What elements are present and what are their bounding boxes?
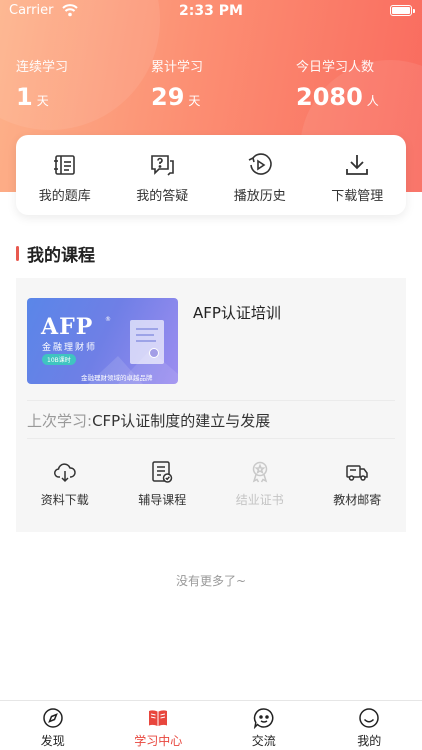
- quick-item-question-bank[interactable]: 我的题库: [16, 135, 114, 215]
- no-more-text: 没有更多了~: [175, 574, 247, 588]
- quick-item-label: 播放历史: [233, 189, 286, 204]
- download-icon: [346, 155, 369, 175]
- tab-discover[interactable]: 发现: [0, 701, 106, 750]
- cover-logo: AFP: [41, 314, 94, 340]
- quick-item-label: 我的题库: [38, 189, 91, 204]
- quick-item-download[interactable]: 下载管理: [309, 135, 407, 215]
- action-label: 资料下载: [40, 493, 89, 507]
- section-title-text: 我的课程: [27, 245, 95, 266]
- action-label: 教材邮寄: [333, 493, 382, 507]
- action-tutoring[interactable]: 辅导课程: [114, 460, 212, 508]
- stat-value: 29: [151, 83, 185, 111]
- tutoring-icon: [152, 461, 173, 483]
- cover-hours-badge: 10B课时: [42, 354, 76, 365]
- compass-icon: [43, 708, 63, 728]
- action-certificate[interactable]: 结业证书: [211, 460, 309, 508]
- action-label: 辅导课程: [138, 493, 187, 507]
- certificate-illustration: [130, 320, 164, 364]
- status-bar: Carrier 2:33 PM: [0, 0, 422, 24]
- tab-label: 我的: [357, 734, 382, 748]
- quick-menu-card: 我的题库 我的答疑 播放历史 下载管理: [16, 135, 406, 215]
- stat-value: 1: [16, 83, 33, 111]
- stat-value: 2080: [296, 83, 363, 111]
- last-study-label: 上次学习:: [27, 412, 93, 430]
- tab-learning-center[interactable]: 学习中心: [106, 701, 212, 750]
- quick-item-label: 我的答疑: [136, 189, 189, 204]
- truck-icon: [346, 465, 368, 481]
- clock: 2:33 PM: [179, 3, 243, 19]
- qa-icon: [151, 155, 175, 176]
- book-icon: [149, 710, 168, 726]
- stat-unit: 人: [366, 94, 379, 108]
- chat-icon: [253, 708, 274, 729]
- stat-today-learners: 今日学习人数 2080 人: [296, 56, 379, 111]
- stat-total-days: 累计学习 29 天: [151, 56, 203, 111]
- play-history-icon: [248, 153, 272, 175]
- certificate-icon: [252, 461, 267, 483]
- action-label: 结业证书: [235, 493, 284, 507]
- seal-illustration: [149, 348, 159, 358]
- tab-label: 学习中心: [134, 734, 183, 748]
- tab-profile[interactable]: 我的: [317, 701, 422, 750]
- section-accent-bar: [16, 245, 19, 261]
- stat-label: 累计学习: [151, 60, 204, 75]
- tab-label: 交流: [251, 734, 276, 748]
- stat-unit: 天: [188, 94, 201, 108]
- stat-label: 连续学习: [16, 60, 69, 75]
- tab-community[interactable]: 交流: [211, 701, 317, 750]
- tab-label: 发现: [40, 734, 65, 748]
- quick-item-play-history[interactable]: 播放历史: [211, 135, 309, 215]
- quick-item-label: 下载管理: [331, 189, 384, 204]
- action-material-download[interactable]: 资料下载: [16, 460, 114, 508]
- action-textbook-mail[interactable]: 教材邮寄: [309, 460, 407, 508]
- last-study-row[interactable]: 上次学习:CFP认证制度的建立与发展: [27, 400, 395, 431]
- stat-label: 今日学习人数: [296, 60, 375, 75]
- stat-unit: 天: [36, 94, 49, 108]
- course-cover-image[interactable]: AFP ® 金融理财师 10B课时 金融理财领域的卓越品牌: [27, 298, 178, 384]
- tab-bar: 发现 学习中心 交流 我的: [0, 700, 422, 750]
- course-title[interactable]: AFP认证培训: [193, 302, 281, 323]
- last-study-value: CFP认证制度的建立与发展: [92, 412, 271, 430]
- course-actions: 资料下载 辅导课程 结业证书 教材邮寄: [16, 460, 406, 508]
- cover-subtitle: 金融理财师: [42, 343, 98, 353]
- question-bank-icon: [53, 155, 75, 175]
- section-title: 我的课程: [16, 242, 95, 266]
- cloud-download-icon: [53, 463, 76, 483]
- course-card[interactable]: AFP ® 金融理财师 10B课时 金融理财领域的卓越品牌 AFP认证培训 上次…: [16, 278, 406, 532]
- cover-registered-mark: ®: [105, 316, 111, 323]
- battery-icon: [390, 5, 415, 16]
- quick-item-qa[interactable]: 我的答疑: [114, 135, 212, 215]
- smile-icon: [359, 708, 379, 728]
- cover-brand-line: 金融理财领域的卓越品牌: [81, 374, 153, 382]
- divider: [27, 438, 395, 439]
- stat-consecutive-days: 连续学习 1天: [16, 56, 68, 111]
